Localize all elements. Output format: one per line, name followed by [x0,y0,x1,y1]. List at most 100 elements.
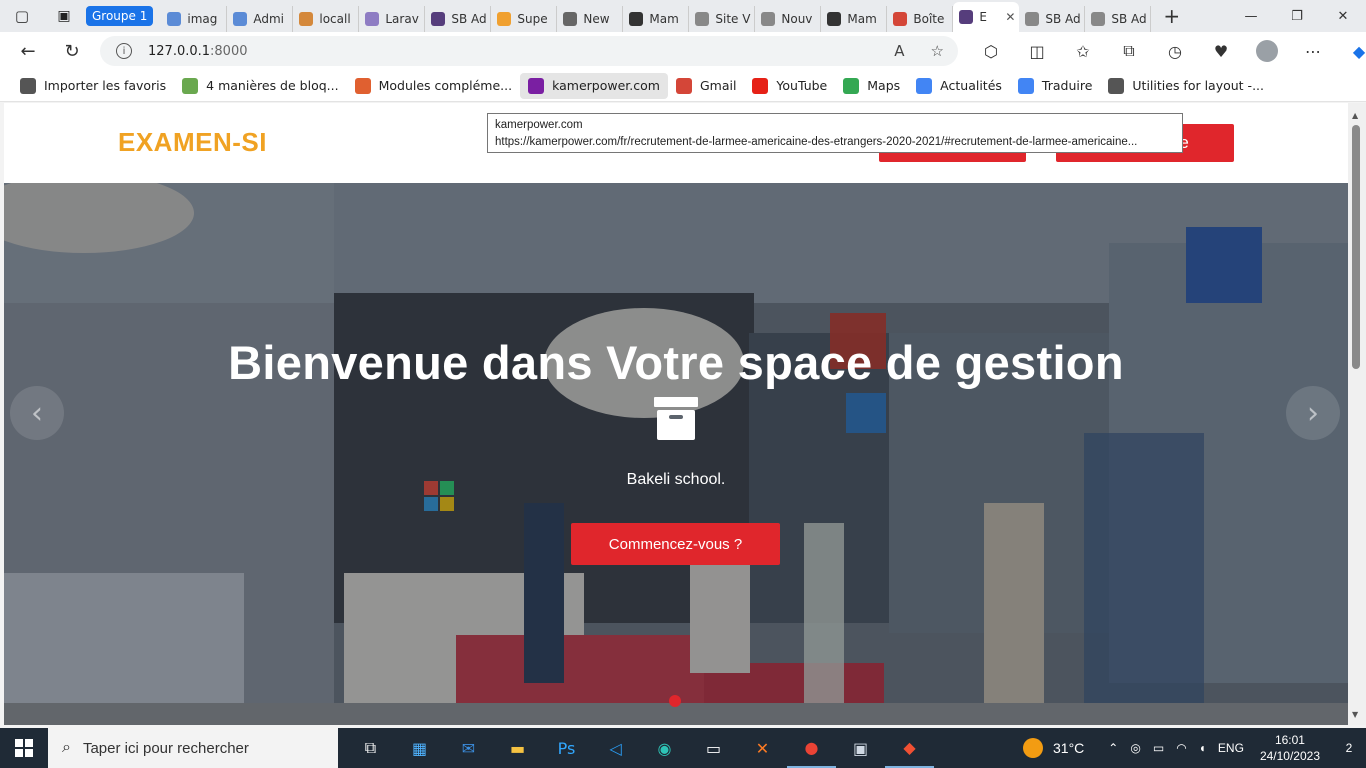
volume-icon[interactable]: ◖ [1199,741,1206,755]
browser-tab[interactable]: Site V [689,6,756,32]
store-icon[interactable]: ▦ [395,728,444,768]
hero-subtitle: Bakeli school. [626,471,726,488]
bookmark-item[interactable]: Traduire [1010,73,1100,99]
bookmark-item[interactable]: Gmail [668,73,744,99]
get-started-button[interactable]: Commencez-vous ? [571,523,780,565]
file-explorer-icon[interactable]: ▬ [493,728,542,768]
bookmark-item[interactable]: Utilities for layout -... [1100,73,1272,99]
carousel-next-button[interactable]: › [1286,386,1340,440]
site-info-icon[interactable]: i [116,43,132,59]
browser-essentials-icon[interactable]: ♥ [1198,42,1244,61]
notification-count: 2 [1345,741,1353,755]
tab-label: Boîte [913,12,945,26]
scroll-up-icon[interactable]: ▲ [1352,111,1358,120]
browser-tab[interactable]: SB Ad [425,6,492,32]
browser-tab[interactable]: imag [161,6,228,32]
favorites-icon[interactable]: ✩ [1060,42,1106,61]
start-button[interactable] [0,728,48,768]
tab-label: Nouv [781,12,813,26]
new-tab-button[interactable]: + [1163,4,1180,28]
weather-widget[interactable]: 31°C [1023,738,1084,758]
browser-tab[interactable]: Nouv [755,6,822,32]
collections-icon[interactable]: ⧉ [1106,41,1152,61]
tab-group-label[interactable]: Groupe 1 [86,6,154,26]
tab-strip: ▢ ▣ Groupe 1 imag Admi locall Larav SB Ad Sup… [0,0,1366,32]
tab-close-icon[interactable]: ✕ [1005,10,1015,24]
copilot-icon[interactable]: ◆ [1336,42,1366,61]
tab-favicon-icon [695,12,710,26]
browser-tab[interactable]: New [557,6,624,32]
tab-favicon-icon [1091,12,1106,26]
bookmark-item[interactable]: Importer les favoris [12,73,174,99]
page-scrollbar[interactable]: ▲ ▼ [1348,103,1366,725]
vscode-icon[interactable]: ◁ [591,728,640,768]
bookmark-favicon-icon [916,77,933,94]
remote-desktop-icon[interactable]: ▣ [836,728,885,768]
scroll-down-icon[interactable]: ▼ [1352,710,1358,719]
web-page: EXAMEN-SI pte [4,103,1348,725]
tab-favicon-icon [497,12,512,26]
history-icon[interactable]: ◷ [1152,42,1198,61]
bookmark-favicon-icon [182,77,199,94]
sun-icon [1023,738,1044,758]
tab-label: Site V [715,12,751,26]
extensions-icon[interactable]: ⬡ [968,42,1014,61]
wifi-icon[interactable]: ◠ [1176,741,1186,755]
site-logo[interactable]: EXAMEN-SI [118,127,267,158]
browser-tab[interactable]: locall [293,6,360,32]
browser-tab[interactable]: Boîte [887,6,954,32]
tab-label: SB Ad [1045,12,1081,26]
clock-date: 24/10/2023 [1259,749,1320,763]
task-view-icon[interactable]: ⧉ [346,728,395,768]
favorite-star-icon[interactable]: ☆ [931,42,944,60]
refresh-button[interactable]: ↻ [50,32,94,70]
minimize-icon[interactable]: — [1228,0,1274,32]
windows-logo-icon [15,739,33,757]
photoshop-icon[interactable]: Ps [542,728,591,768]
notification-center[interactable]: 2 [1332,728,1366,768]
close-window-icon[interactable]: ✕ [1320,0,1366,32]
workspaces-icon[interactable]: ▢ [0,0,44,32]
mail-icon[interactable]: ✉ [444,728,493,768]
profile-avatar[interactable] [1244,40,1290,62]
xampp-icon[interactable]: ✕ [738,728,787,768]
read-aloud-icon[interactable]: A [894,42,904,60]
carousel-prev-button[interactable]: ‹ [10,386,64,440]
tab-label: SB Ad [1111,12,1147,26]
chrome-icon[interactable]: ● [787,728,836,768]
taskbar-search[interactable]: ⌕ Taper ici pour rechercher [48,728,338,768]
browser-tab[interactable]: Admi [227,6,294,32]
clock[interactable]: 16:01 24/10/2023 [1260,732,1320,764]
browser-tab[interactable]: Supe [491,6,558,32]
split-screen-icon[interactable]: ◫ [1014,42,1060,61]
battery-icon[interactable]: ▭ [1153,741,1164,755]
browser-tab[interactable]: SB Ad [1085,6,1152,32]
bookmark-label: kamerpower.com [552,78,660,93]
bookmark-item[interactable]: 4 manières de bloq... [174,73,346,99]
scrollbar-thumb[interactable] [1352,125,1360,369]
browser-tab[interactable]: Larav [359,6,426,32]
tray-chevron-icon[interactable]: ⌃ [1108,741,1118,755]
restore-icon[interactable]: ❐ [1274,0,1320,32]
network-icon[interactable]: ◎ [1130,741,1140,755]
bookmark-item[interactable]: YouTube [744,73,835,99]
bookmark-item[interactable]: Maps [835,73,908,99]
browser-tab[interactable]: E ✕ [953,2,1020,32]
tab-actions-icon[interactable]: ▣ [44,0,84,32]
browser-tab[interactable]: Mam [821,6,888,32]
bookmark-favicon-icon [528,77,545,94]
language-indicator[interactable]: ENG [1218,741,1244,755]
more-menu-icon[interactable]: ⋯ [1290,42,1336,61]
tooltip-title: kamerpower.com [495,119,583,131]
address-bar[interactable]: i 127.0.0.1:8000 A ☆ [100,36,958,66]
back-button[interactable]: ← [6,32,50,70]
bookmark-item[interactable]: kamerpower.com [520,72,668,99]
carousel-indicator[interactable] [669,695,681,707]
terminal-icon[interactable]: ▭ [689,728,738,768]
git-icon[interactable]: ◆ [885,728,934,768]
bookmark-item[interactable]: Actualités [908,73,1010,99]
edge-icon[interactable]: ◉ [640,728,689,768]
browser-tab[interactable]: SB Ad [1019,6,1086,32]
bookmark-item[interactable]: Modules compléme... [347,73,521,99]
browser-tab[interactable]: Mam [623,6,690,32]
